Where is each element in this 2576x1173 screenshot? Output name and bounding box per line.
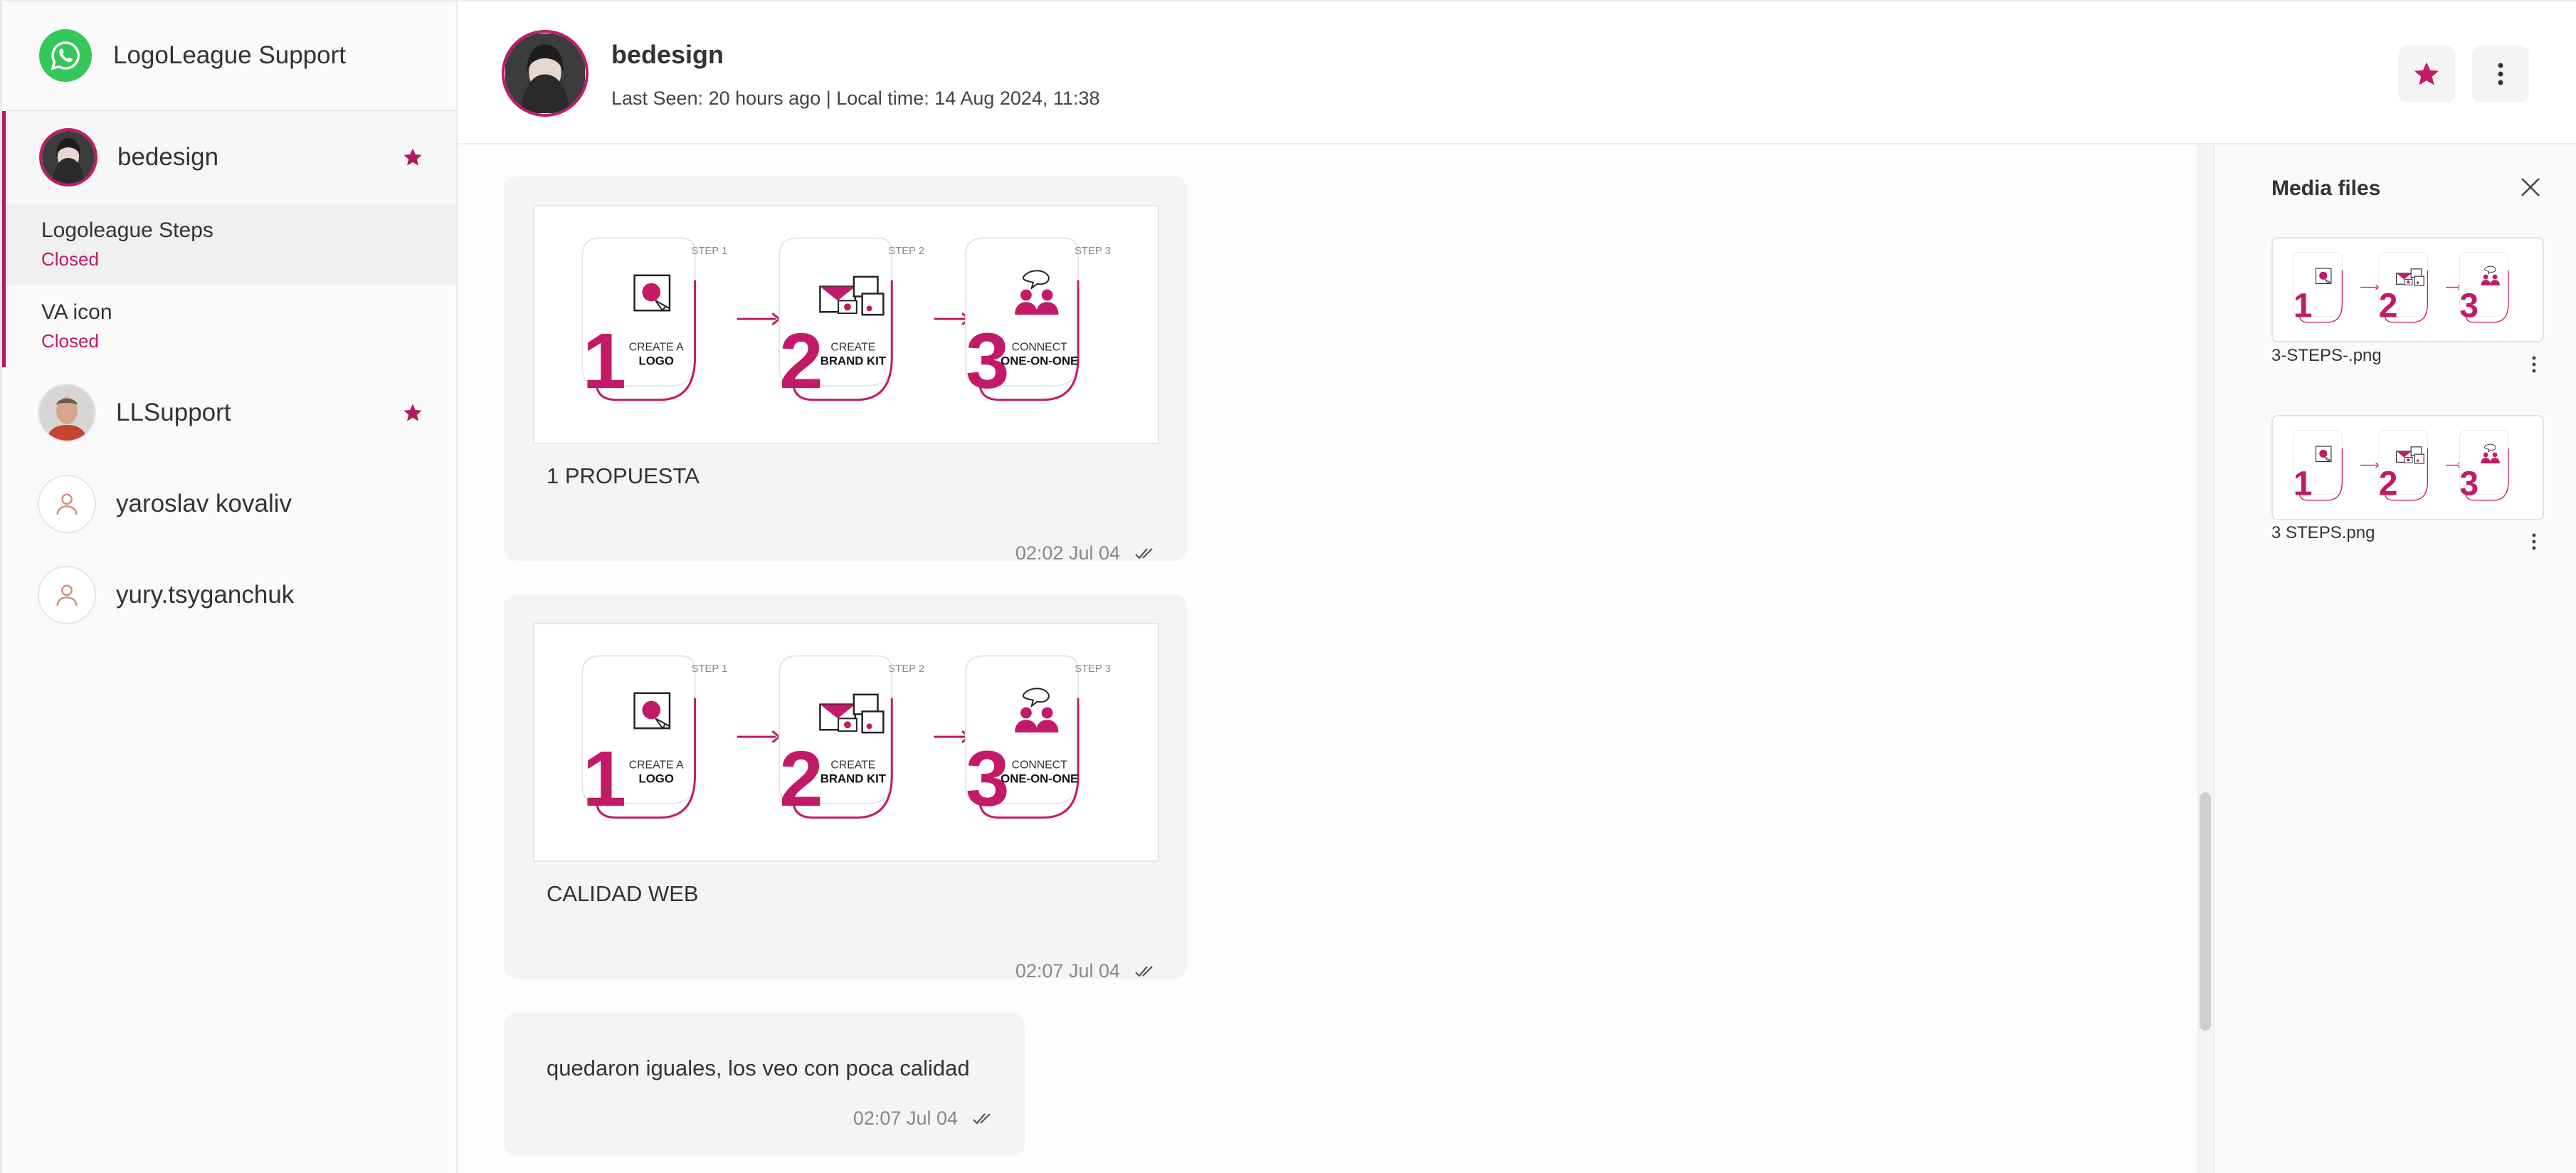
favorite-button[interactable] bbox=[2398, 46, 2455, 102]
step-label: STEP 1 bbox=[692, 663, 728, 675]
step-text: ONE-ON-ONE bbox=[1001, 354, 1078, 367]
step-number: 2 bbox=[2379, 465, 2398, 503]
steps-illustration: 1 2 3 bbox=[2293, 251, 2509, 325]
brand-name: LogoLeague Support bbox=[113, 41, 346, 69]
thread-status: Closed bbox=[41, 248, 99, 270]
scrollbar[interactable] bbox=[2197, 144, 2213, 1173]
contact-name: yaroslav kovaliv bbox=[116, 490, 292, 517]
step-label: STEP 1 bbox=[692, 246, 728, 257]
step-icon bbox=[633, 274, 671, 312]
contact-item-llsupport[interactable]: LLSupport bbox=[2, 367, 456, 458]
message-image[interactable]: STEP 1 1 CREATE A LOGO STEP 2 2 CREATE BRAND KI… bbox=[533, 623, 1159, 862]
media-filename: 3-STEPS-.png bbox=[2271, 346, 2382, 365]
message-meta: 02:02 Jul 04 bbox=[1015, 542, 1156, 564]
thread-title: Logoleague Steps bbox=[41, 219, 213, 242]
message-image[interactable]: STEP 1 1 CREATE A LOGO STEP 2 2 CREATE BRAND KI… bbox=[533, 205, 1159, 444]
user-icon bbox=[38, 475, 96, 533]
message-time: 02:07 Jul 04 bbox=[852, 1108, 958, 1129]
step-label: STEP 2 bbox=[888, 246, 924, 257]
media-panel: Media files 1 2 3 3-STEPS-.png 1 2 3 3 STEPS… bbox=[2213, 144, 2576, 1173]
message-time: 02:07 Jul 04 bbox=[1015, 960, 1120, 982]
user-icon bbox=[38, 566, 96, 624]
step-icon bbox=[633, 692, 671, 730]
step-text: CREATE bbox=[830, 342, 875, 354]
more-vertical-icon[interactable] bbox=[2531, 532, 2537, 551]
last-seen-text: Last Seen: 20 hours ago | Local time: 14… bbox=[611, 88, 1100, 109]
thread-item[interactable]: Logoleague Steps Closed bbox=[6, 204, 456, 285]
step-number: 2 bbox=[779, 735, 823, 823]
step-text: CREATE A bbox=[629, 759, 684, 772]
double-check-icon bbox=[1135, 965, 1153, 977]
media-panel-title: Media files bbox=[2271, 177, 2381, 200]
step-text: BRAND KIT bbox=[820, 354, 887, 367]
message-list[interactable]: STEP 1 1 CREATE A LOGO STEP 2 2 CREATE BRAND KI… bbox=[458, 144, 2213, 1173]
contact-item-yury[interactable]: yury.tsyganchuk bbox=[2, 549, 456, 641]
sidebar: LogoLeague Support bedesign Logoleague S… bbox=[0, 0, 458, 1173]
star-icon bbox=[2414, 62, 2439, 85]
double-check-icon bbox=[1135, 547, 1153, 559]
contact-name: yury.tsyganchuk bbox=[116, 581, 295, 609]
contact-name: LLSupport bbox=[116, 399, 231, 426]
step-label: STEP 3 bbox=[1075, 663, 1111, 675]
close-icon[interactable] bbox=[2519, 176, 2542, 199]
message-caption: CALIDAD WEB bbox=[547, 881, 699, 906]
message-meta: 02:07 Jul 04 bbox=[1015, 960, 1156, 982]
step-text: CREATE A bbox=[629, 342, 684, 354]
thread-item[interactable]: VA icon Closed bbox=[6, 285, 456, 367]
chat-header: bedesign Last Seen: 20 hours ago | Local… bbox=[458, 0, 2576, 144]
step-text: LOGO bbox=[639, 772, 674, 785]
message-caption: 1 PROPUESTA bbox=[547, 463, 700, 488]
step-text: CONNECT bbox=[1012, 759, 1067, 772]
step-number: 1 bbox=[2293, 465, 2313, 503]
step-text: CONNECT bbox=[1012, 342, 1067, 354]
avatar[interactable] bbox=[502, 30, 588, 117]
contact-item-yaroslav[interactable]: yaroslav kovaliv bbox=[2, 458, 456, 549]
step-text: LOGO bbox=[639, 354, 674, 367]
step-number: 2 bbox=[779, 317, 823, 405]
step-label: STEP 3 bbox=[1075, 246, 1111, 257]
more-vertical-icon[interactable] bbox=[2531, 355, 2537, 374]
contact-item-bedesign[interactable]: bedesign bbox=[2, 111, 456, 204]
step-number: 1 bbox=[582, 317, 626, 405]
step-number: 2 bbox=[2379, 288, 2398, 325]
message-bubble: STEP 1 1 CREATE A LOGO STEP 2 2 CREATE BRAND KI… bbox=[504, 177, 1187, 564]
star-icon[interactable] bbox=[402, 147, 423, 168]
step-label: STEP 2 bbox=[888, 663, 924, 675]
thread-list: Logoleague Steps Closed VA icon Closed bbox=[2, 204, 456, 367]
sidebar-brand: LogoLeague Support bbox=[2, 1, 456, 111]
step-text: ONE-ON-ONE bbox=[1001, 772, 1078, 785]
step-number: 3 bbox=[2459, 465, 2479, 503]
media-thumbnail[interactable]: 1 2 3 bbox=[2271, 237, 2544, 342]
thread-title: VA icon bbox=[41, 300, 112, 324]
star-icon[interactable] bbox=[402, 402, 423, 424]
avatar bbox=[38, 384, 96, 442]
double-check-icon bbox=[973, 1112, 991, 1125]
message-bubble: quedaron iguales, los veo con poca calid… bbox=[504, 1013, 1025, 1157]
message-bubble: STEP 1 1 CREATE A LOGO STEP 2 2 CREATE BRAND KI… bbox=[504, 594, 1187, 982]
steps-illustration: 1 2 3 bbox=[2293, 429, 2509, 503]
step-text: BRAND KIT bbox=[820, 772, 887, 785]
message-time: 02:02 Jul 04 bbox=[1015, 542, 1120, 564]
scrollbar-thumb[interactable] bbox=[2200, 792, 2211, 1031]
steps-illustration: STEP 1 1 CREATE ALOGO STEP 2 2 CREATEBRAND KI… bbox=[581, 237, 1111, 405]
more-options-button[interactable] bbox=[2472, 46, 2529, 102]
media-filename: 3 STEPS.png bbox=[2271, 523, 2375, 542]
step-number: 1 bbox=[2293, 288, 2313, 325]
steps-illustration: STEP 1 1 CREATE ALOGO STEP 2 2 CREATEBRAND KI… bbox=[581, 655, 1111, 823]
step-number: 1 bbox=[582, 735, 626, 823]
message-text: quedaron iguales, los veo con poca calid… bbox=[547, 1056, 970, 1080]
whatsapp-icon bbox=[39, 29, 92, 82]
contact-name: bedesign bbox=[117, 143, 219, 171]
avatar bbox=[39, 128, 97, 186]
step-text: CREATE bbox=[830, 759, 875, 772]
step-icon bbox=[2315, 268, 2332, 285]
thread-status: Closed bbox=[41, 330, 99, 352]
media-thumbnail[interactable]: 1 2 3 bbox=[2271, 415, 2544, 520]
step-icon bbox=[2315, 446, 2332, 463]
message-meta: 02:07 Jul 04 bbox=[853, 1108, 993, 1130]
step-number: 3 bbox=[2459, 288, 2479, 325]
more-vertical-icon bbox=[2498, 63, 2503, 85]
contact-name: bedesign bbox=[611, 40, 724, 69]
